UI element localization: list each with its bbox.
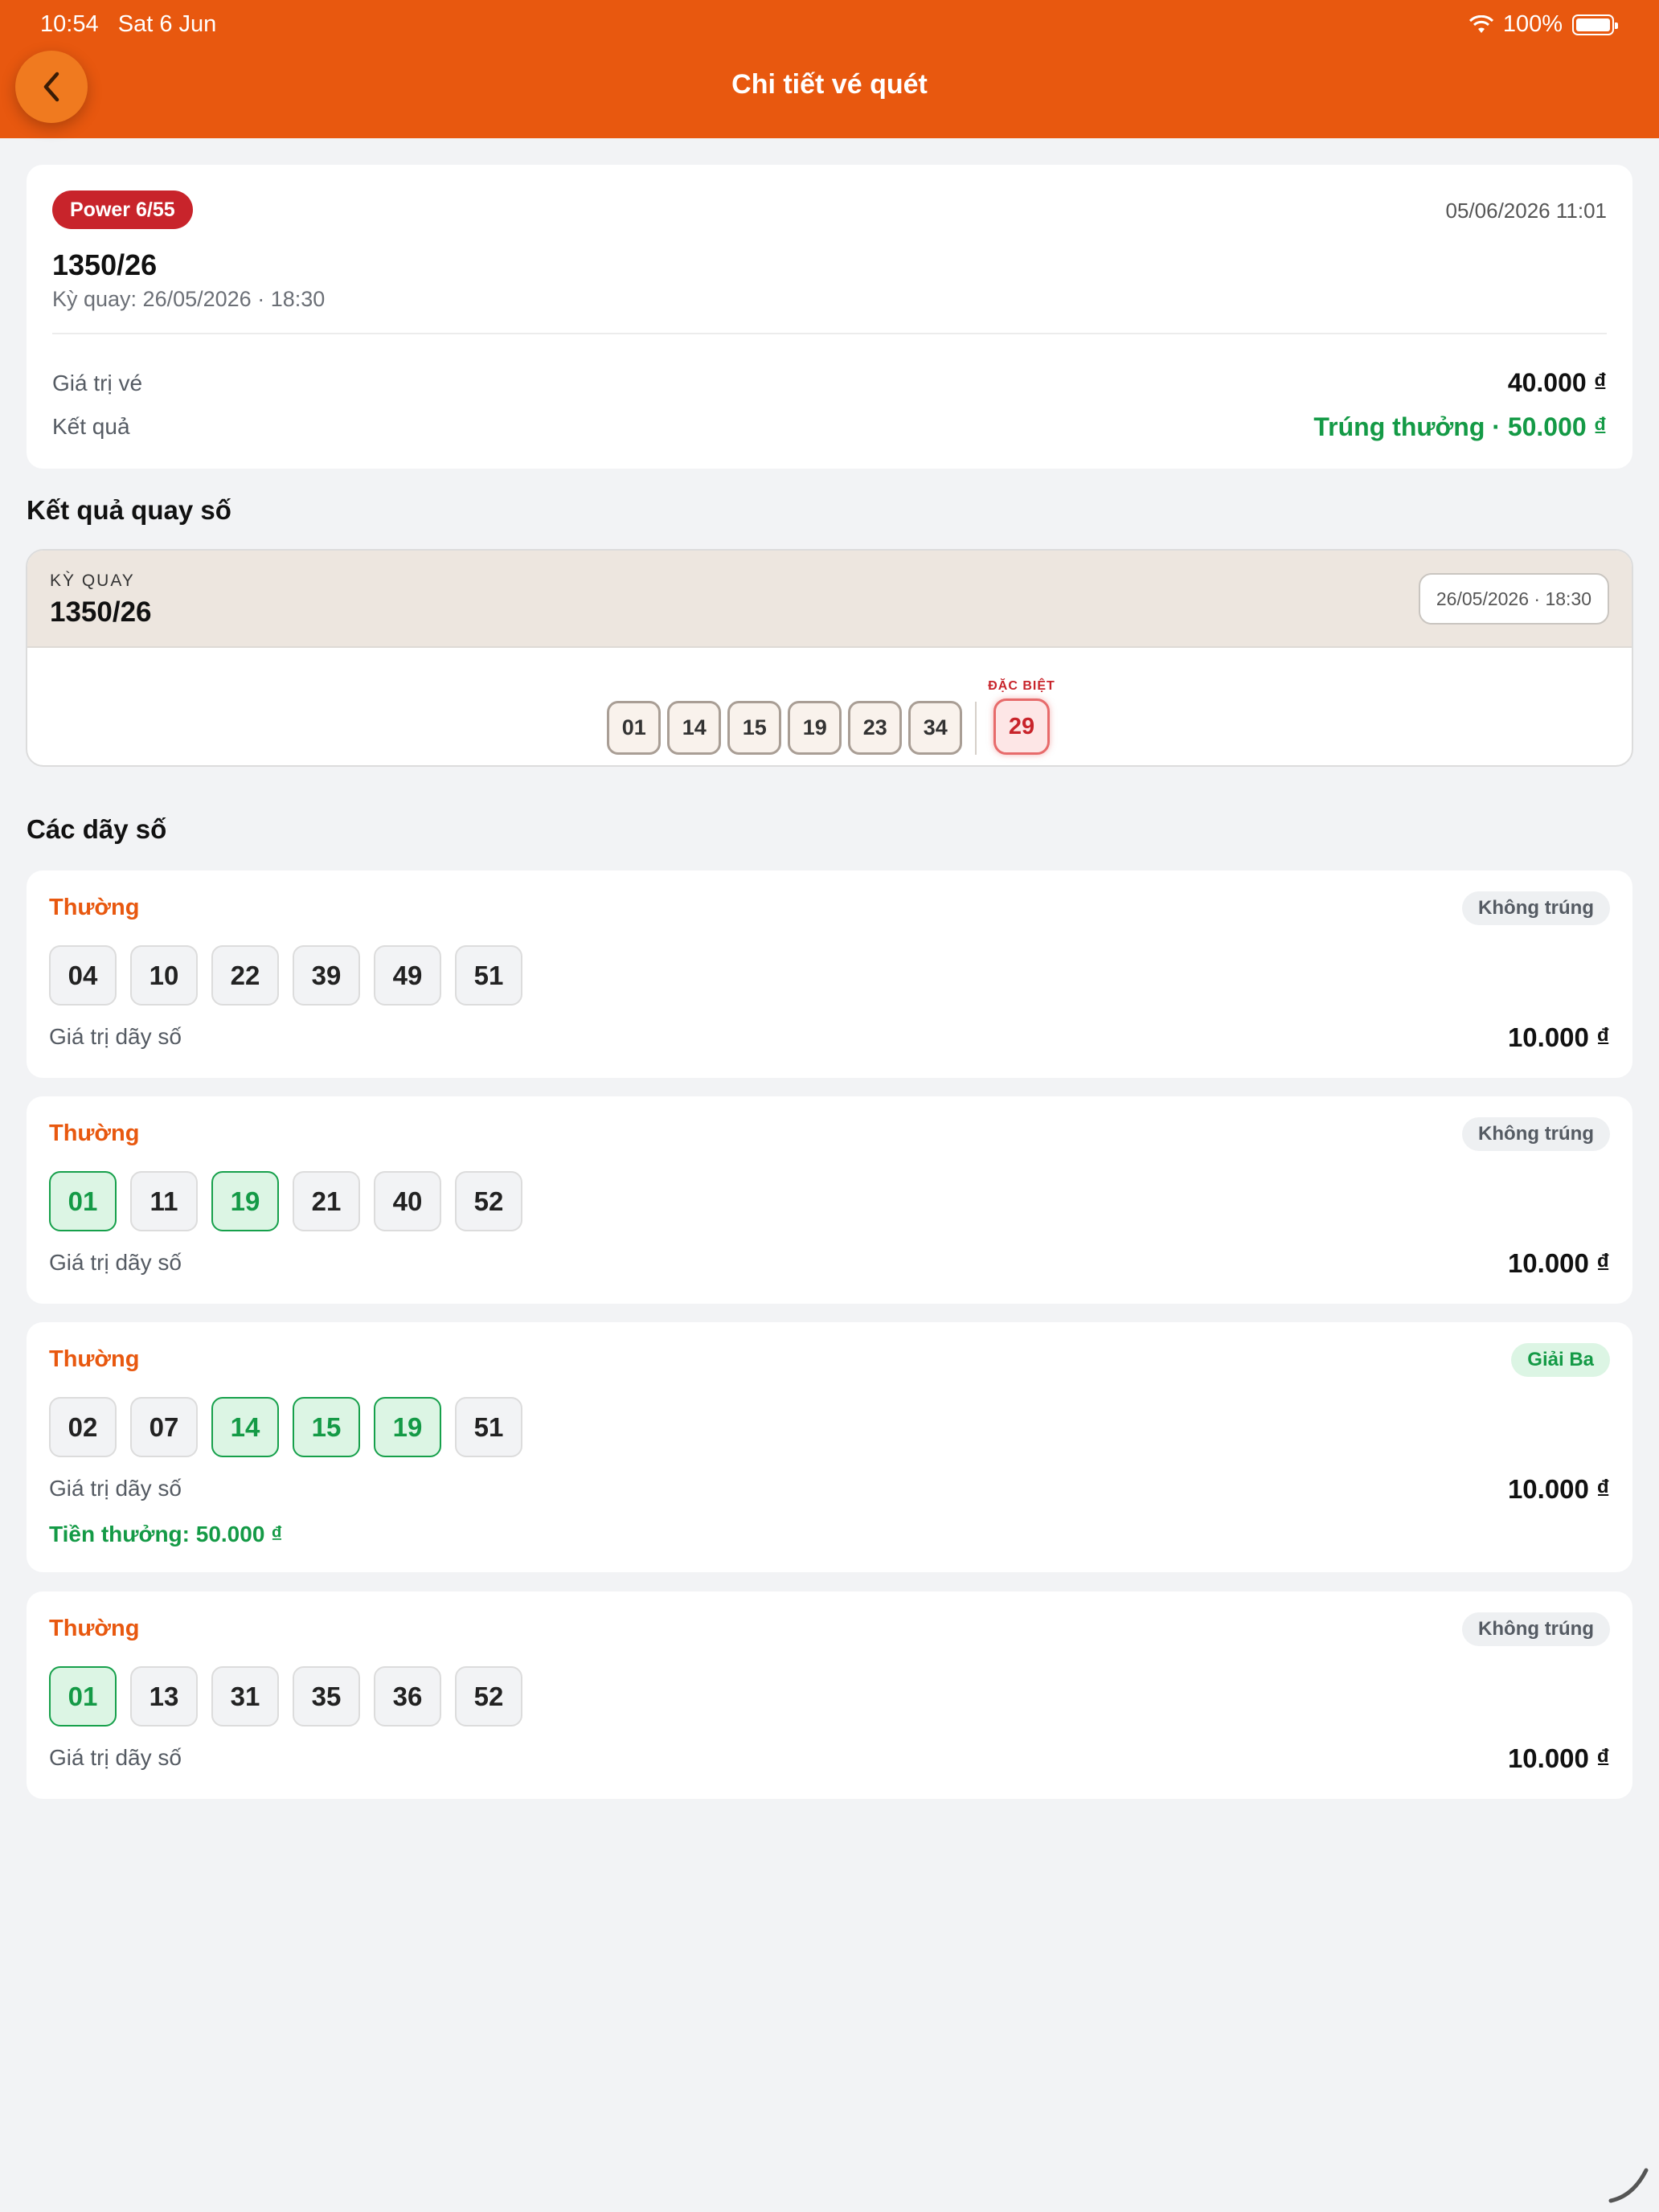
draw-ball: 19 <box>788 701 842 755</box>
sequence-ball: 11 <box>130 1171 198 1231</box>
sequence-ball: 51 <box>455 1397 522 1457</box>
page-title: Chi tiết vé quét <box>731 69 928 100</box>
sequence-value: 10.000 ₫ <box>1507 1474 1610 1504</box>
sequence-card: Thường Không trúng 04 10 22 39 49 51 Giá trị … <box>27 870 1632 1078</box>
status-right: 100% <box>1469 11 1618 38</box>
sequences-section-title: Các dãy số <box>27 814 167 844</box>
sequence-balls: 04 10 22 39 49 51 <box>49 945 522 1006</box>
sequence-ball-matched: 19 <box>374 1397 441 1457</box>
ticket-value-label: Giá trị vé <box>52 371 143 395</box>
sequence-ball: 49 <box>374 945 441 1006</box>
sequence-ball: 21 <box>293 1171 360 1231</box>
sequence-value-label: Giá trị dãy số <box>49 1745 182 1770</box>
sequence-ball: 51 <box>455 945 522 1006</box>
sequence-ball: 22 <box>211 945 279 1006</box>
sequence-value-label: Giá trị dãy số <box>49 1250 182 1275</box>
sequence-ball: 39 <box>293 945 360 1006</box>
sequence-value: 10.000 ₫ <box>1507 1743 1610 1773</box>
ticket-value: 40.000 ₫ <box>1507 368 1607 397</box>
draw-date-chip: 26/05/2026 · 18:30 <box>1418 573 1609 625</box>
sequence-status-badge: Không trúng <box>1462 1612 1610 1646</box>
sequence-balls: 02 07 14 15 19 51 <box>49 1397 522 1457</box>
ticket-summary-card: Power 6/55 05/06/2026 11:01 1350/26 Kỳ q… <box>27 165 1632 469</box>
sequence-value-label: Giá trị dãy số <box>49 1476 182 1501</box>
sequence-ball: 40 <box>374 1171 441 1231</box>
sequence-ball-matched: 14 <box>211 1397 279 1457</box>
draw-code: 1350/26 <box>50 596 152 628</box>
sequence-ball: 04 <box>49 945 117 1006</box>
sequence-ball: 52 <box>455 1666 522 1727</box>
sequence-prize: Tiền thưởng: 50.000 ₫ <box>49 1522 283 1546</box>
sequence-value: 10.000 ₫ <box>1507 1248 1610 1278</box>
scroll-indicator-icon <box>1608 2168 1649 2203</box>
sequence-ball: 52 <box>455 1171 522 1231</box>
sequence-ball-matched: 19 <box>211 1171 279 1231</box>
draw-separator <box>975 702 977 755</box>
ticket-result-label: Kết quả <box>52 414 130 439</box>
sequence-type: Thường <box>49 1346 140 1372</box>
wifi-icon <box>1469 14 1493 33</box>
special-ball-group: ĐẶC BIỆT 29 <box>988 679 1055 755</box>
sequence-ball: 13 <box>130 1666 198 1727</box>
sequence-ball: 02 <box>49 1397 117 1457</box>
draw-ball: 01 <box>607 701 662 755</box>
sequence-ball-matched: 01 <box>49 1171 117 1231</box>
game-badge: Power 6/55 <box>52 190 193 229</box>
sequence-status-badge: Giải Ba <box>1511 1343 1610 1377</box>
sequence-card: Thường Không trúng 01 11 19 21 40 52 Giá trị … <box>27 1096 1632 1304</box>
special-ball: 29 <box>993 698 1050 755</box>
draw-label: KỲ QUAY <box>50 571 135 590</box>
sequence-value-label: Giá trị dãy số <box>49 1024 182 1049</box>
draw-section-title: Kết quả quay số <box>27 495 231 525</box>
sequence-value: 10.000 ₫ <box>1507 1022 1610 1052</box>
sequence-ball-matched: 01 <box>49 1666 117 1727</box>
sequence-ball-matched: 15 <box>293 1397 360 1457</box>
sequence-ball: 10 <box>130 945 198 1006</box>
sequence-ball: 35 <box>293 1666 360 1727</box>
draw-ball: 34 <box>908 701 963 755</box>
scanned-timestamp: 05/06/2026 11:01 <box>1445 199 1607 223</box>
sequence-type: Thường <box>49 1120 140 1146</box>
divider <box>52 333 1607 334</box>
sequence-ball: 31 <box>211 1666 279 1727</box>
sequence-ball: 36 <box>374 1666 441 1727</box>
sequence-status-badge: Không trúng <box>1462 891 1610 925</box>
sequence-card: Thường Giải Ba 02 07 14 15 19 51 Giá trị dãy … <box>27 1322 1632 1572</box>
sequence-ball: 07 <box>130 1397 198 1457</box>
draw-result-card: KỲ QUAY 1350/26 26/05/2026 · 18:30 01 14… <box>26 549 1633 767</box>
draw-ball: 15 <box>727 701 782 755</box>
sequence-balls: 01 13 31 35 36 52 <box>49 1666 522 1727</box>
special-label: ĐẶC BIỆT <box>988 679 1055 693</box>
app-header: 10:54 Sat 6 Jun 100% Chi tiết vé quét <box>0 0 1659 138</box>
draw-header: KỲ QUAY 1350/26 26/05/2026 · 18:30 <box>27 551 1632 648</box>
sequence-card: Thường Không trúng 01 13 31 35 36 52 Giá trị … <box>27 1591 1632 1799</box>
draw-ball: 14 <box>667 701 722 755</box>
ticket-code: 1350/26 <box>52 248 158 281</box>
battery-icon <box>1572 14 1618 35</box>
draw-ball: 23 <box>848 701 903 755</box>
sequence-balls: 01 11 19 21 40 52 <box>49 1171 522 1231</box>
sequence-type: Thường <box>49 1616 140 1641</box>
draw-balls: 01 14 15 19 23 34 ĐẶC BIỆT 29 <box>27 679 1632 755</box>
sequence-status-badge: Không trúng <box>1462 1117 1610 1151</box>
ticket-draw-info: Kỳ quay: 26/05/2026 · 18:30 <box>52 287 326 311</box>
status-time: 10:54 Sat 6 Jun <box>40 11 217 37</box>
ticket-result: Trúng thưởng · 50.000 ₫ <box>1313 412 1607 441</box>
sequence-type: Thường <box>49 895 140 920</box>
battery-percent: 100% <box>1502 11 1563 37</box>
